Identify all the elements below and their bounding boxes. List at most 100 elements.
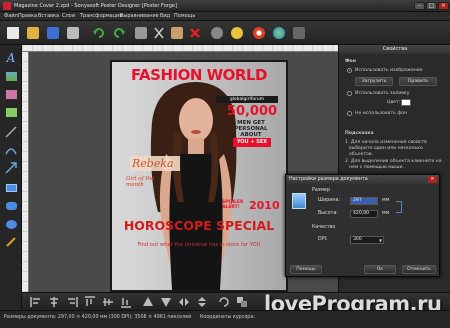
cover-girl-of-month[interactable]: Girl of the month [126, 176, 162, 188]
properties-header: Свойства [339, 45, 450, 54]
clipart-tool-icon[interactable] [4, 87, 18, 101]
cover-horoscope[interactable]: HOROSCOPE SPECIAL [112, 218, 286, 233]
cover-site-label[interactable]: globalgirlforum [216, 96, 278, 103]
menu-align[interactable]: Выравнивание [120, 13, 159, 19]
color-swatch[interactable] [401, 99, 411, 106]
print-icon[interactable] [64, 24, 81, 41]
flip-vertical-icon[interactable] [196, 296, 208, 308]
hint-header: Подсказка [345, 131, 374, 136]
menu-view[interactable]: Вид [160, 13, 170, 19]
height-unit: мм [382, 211, 390, 216]
use-image-label: Использовать изображение [355, 68, 423, 73]
dialog-title: Настройки размера документа [286, 175, 439, 184]
align-right-icon[interactable] [66, 296, 78, 308]
background-tool-icon[interactable] [4, 105, 18, 119]
flip-horizontal-icon[interactable] [178, 296, 190, 308]
vertical-ruler [22, 52, 29, 292]
copy-icon[interactable] [132, 24, 149, 41]
quality-label: Качество [312, 225, 336, 230]
bg-section-label: Фон [345, 59, 356, 64]
text-tool-icon[interactable]: A [4, 51, 18, 65]
cover-you-sex-badge[interactable]: YOU + SEX [233, 138, 271, 147]
rotate-icon[interactable] [218, 296, 230, 308]
load-button[interactable]: Загрузить [355, 77, 393, 86]
width-label: Ширина: [318, 198, 341, 203]
line-tool-icon[interactable] [4, 125, 18, 139]
cover-men-text[interactable]: MEN GET PERSONAL ABOUT [218, 120, 284, 138]
arrow-tool-icon[interactable] [4, 161, 18, 175]
cover-find-line[interactable]: Find out what the Universe has in store … [112, 242, 286, 248]
dialog-close-icon[interactable]: × [428, 176, 437, 183]
web-icon[interactable] [270, 24, 287, 41]
open-icon[interactable] [24, 24, 41, 41]
color-label: Цвет: [387, 100, 401, 105]
cut-icon[interactable] [150, 24, 167, 41]
no-bg-radio[interactable] [347, 111, 352, 116]
menu-edit[interactable]: Правка [18, 13, 37, 19]
height-input[interactable]: 420,00 [350, 210, 378, 218]
exit-icon[interactable] [290, 24, 307, 41]
bring-front-icon[interactable] [142, 296, 154, 308]
align-left-icon[interactable] [30, 296, 42, 308]
cover-year[interactable]: 2010 [249, 199, 280, 212]
pen-tool-icon[interactable] [4, 235, 18, 249]
hint-line-2b: нем с помощью мыши. [349, 165, 404, 170]
menu-insert[interactable]: Вставка [38, 13, 59, 19]
settings-icon[interactable] [208, 24, 225, 41]
dpi-chevron-down-icon[interactable]: ▼ [379, 238, 382, 243]
save-icon[interactable] [44, 24, 61, 41]
menu-file[interactable]: Файл [4, 13, 18, 19]
cancel-button[interactable]: Отменить [402, 265, 436, 274]
align-middle-icon[interactable] [102, 296, 114, 308]
document-size-dialog: Настройки размера документа × Размер Шир… [285, 174, 440, 277]
align-top-icon[interactable] [84, 296, 96, 308]
title-bar: Magazine Cover 2.zpd - Sonyasoft Poster … [0, 0, 450, 12]
menu-transform[interactable]: Трансформация [80, 13, 122, 19]
hint-line-1c: объектов. [349, 152, 374, 157]
cover-title[interactable]: FASHION WORLD [112, 66, 286, 84]
cover-big-number[interactable]: 50,000 [222, 104, 282, 119]
curve-tool-icon[interactable] [4, 143, 18, 157]
document-icon [292, 193, 306, 209]
status-bar: Размеры документа: 297,00 × 420,00 мм (3… [0, 310, 450, 328]
group-icon[interactable] [236, 296, 248, 308]
rounded-rect-tool-icon[interactable] [4, 199, 18, 213]
align-center-icon[interactable] [48, 296, 60, 308]
align-bottom-icon[interactable] [120, 296, 132, 308]
paste-icon[interactable] [168, 24, 185, 41]
menu-bar: Файл Правка Вставка Слои Трансформация В… [0, 12, 450, 21]
size-label: Размер [312, 188, 330, 193]
magazine-cover[interactable]: FASHION WORLD globalgirlforum 50,000 MEN… [110, 60, 288, 292]
new-icon[interactable] [4, 24, 21, 41]
width-unit: мм [382, 198, 390, 203]
window-title: Magazine Cover 2.zpd - Sonyasoft Poster … [14, 3, 177, 9]
main-toolbar [0, 21, 450, 45]
cover-name[interactable]: Rebeka [132, 157, 174, 170]
image-tool-icon[interactable] [4, 69, 18, 83]
width-input[interactable]: 297 [350, 197, 378, 205]
hint-line-1b: выберите один или несколько [349, 146, 423, 151]
ellipse-tool-icon[interactable] [4, 217, 18, 231]
edit-button[interactable]: Править [399, 77, 437, 86]
close-button[interactable]: × [438, 2, 449, 10]
cover-spoiler[interactable]: SPOILER ALERT! [222, 200, 250, 210]
help-icon[interactable] [250, 24, 267, 41]
undo-icon[interactable] [90, 24, 107, 41]
use-fill-radio[interactable] [347, 91, 352, 96]
link-proportions-icon[interactable] [396, 201, 402, 213]
ok-button[interactable]: Ок [364, 265, 396, 274]
use-image-radio[interactable] [347, 68, 352, 73]
wizard-icon[interactable] [228, 24, 245, 41]
rectangle-tool-icon[interactable] [4, 181, 18, 195]
redo-icon[interactable] [110, 24, 127, 41]
help-button[interactable]: Помощь [290, 265, 322, 274]
send-back-icon[interactable] [160, 296, 172, 308]
minimize-button[interactable]: – [414, 2, 425, 10]
maximize-button[interactable]: □ [426, 2, 437, 10]
delete-icon[interactable] [186, 24, 203, 41]
hint-line-2: 2. Для выделения объекта кликните на [345, 159, 442, 164]
app-icon [3, 2, 11, 10]
menu-help[interactable]: Помощь [174, 13, 195, 19]
cursor-coords-status: Координаты курсора: [200, 315, 255, 320]
menu-layers[interactable]: Слои [62, 13, 75, 19]
